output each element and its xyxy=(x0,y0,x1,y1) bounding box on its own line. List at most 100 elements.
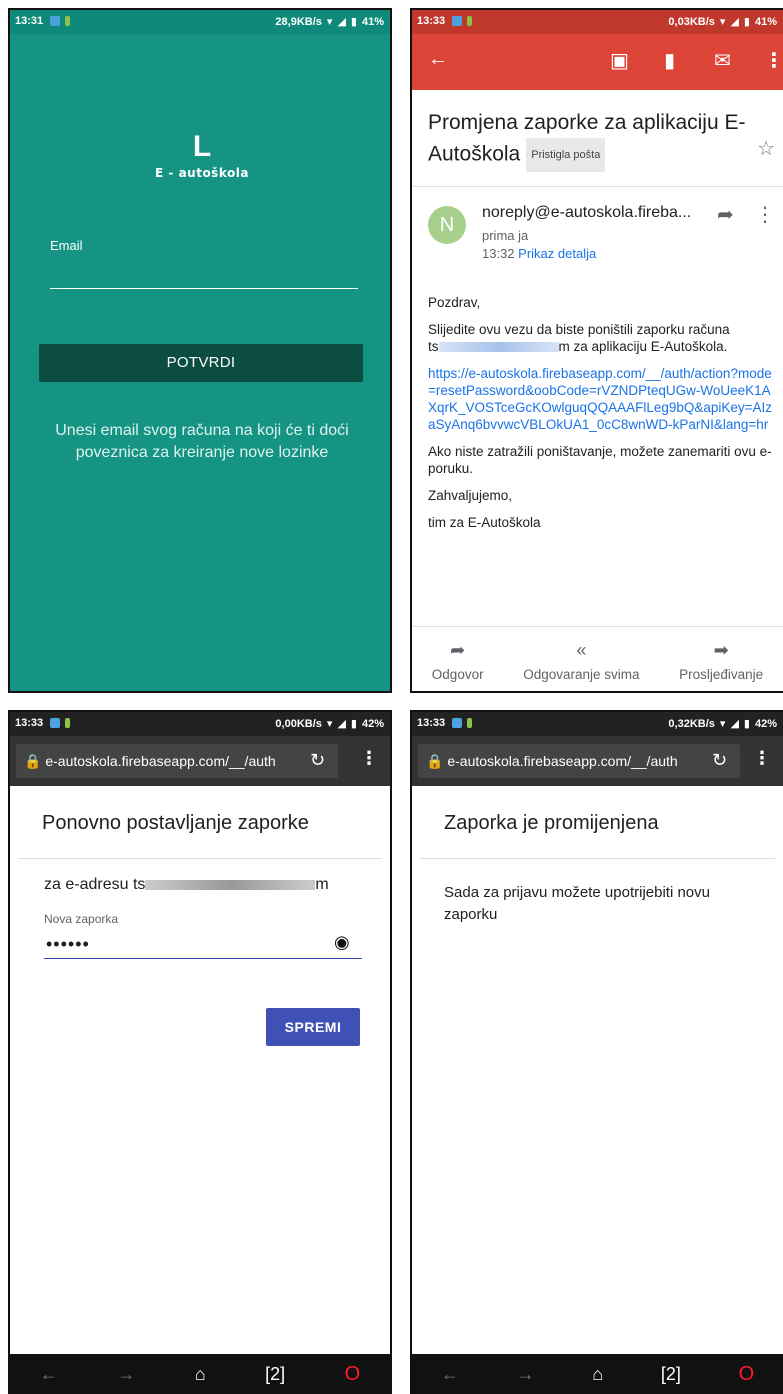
tabs-icon[interactable]: [2] xyxy=(661,1364,681,1385)
battery-level: 42% xyxy=(361,717,384,730)
mail-icon[interactable]: ✉ xyxy=(714,48,731,73)
address-bar[interactable]: 🔒 e-autoskola.firebaseapp.com/__/auth xyxy=(418,744,740,778)
status-time: 13:33 xyxy=(417,15,446,27)
password-input[interactable] xyxy=(44,930,362,959)
more-vert-icon[interactable]: ⋮ xyxy=(360,748,378,769)
network-speed: 0,00KB/s xyxy=(275,717,322,730)
star-icon[interactable]: ☆ xyxy=(757,136,775,161)
battery-level: 41% xyxy=(754,15,777,28)
reply-all-icon: « xyxy=(576,640,587,660)
forward-button[interactable]: ➡ Prosljeđivanje xyxy=(679,640,763,682)
reply-all-button[interactable]: «Odgovaranje svima xyxy=(523,640,639,682)
wifi-icon: ▾ xyxy=(719,718,726,730)
reply-icon: ➦ xyxy=(450,640,466,660)
screen-gmail-email: 13:33 0,03KB/s ▾ ◢ ▮ 41% ← ▣ ▮ ✉ ⋮ Promj… xyxy=(410,8,783,693)
signal-icon: ◢ xyxy=(730,16,739,28)
lock-icon: 🔒 xyxy=(24,753,42,769)
back-arrow-icon[interactable]: ← xyxy=(441,1364,459,1385)
archive-icon[interactable]: ▣ xyxy=(610,48,629,73)
redacted-email: ts m xyxy=(428,339,570,354)
screen-password-changed: 13:33 0,32KB/s ▾ ◢ ▮ 42% 🔒 e-autoskola.f… xyxy=(410,710,783,1394)
divider xyxy=(420,858,775,859)
forward-arrow-icon[interactable]: → xyxy=(117,1364,135,1385)
home-icon[interactable]: ⌂ xyxy=(195,1364,206,1385)
notification-icon xyxy=(452,718,462,728)
notification-icon xyxy=(65,16,70,26)
battery-icon: ▮ xyxy=(743,718,750,730)
more-vert-icon[interactable]: ⋮ xyxy=(764,48,783,73)
inbox-label[interactable]: Pristigla pošta xyxy=(526,138,606,172)
network-speed: 0,32KB/s xyxy=(668,717,715,730)
reply-button[interactable]: ➦ Odgovor xyxy=(432,640,484,682)
wifi-icon: ▾ xyxy=(326,718,333,730)
signal-icon: ◢ xyxy=(337,16,346,28)
home-icon[interactable]: ⌂ xyxy=(592,1364,603,1385)
back-arrow-icon[interactable]: ← xyxy=(428,48,448,71)
browser-toolbar: 🔒 e-autoskola.firebaseapp.com/__/auth ↻ … xyxy=(10,736,390,786)
details-link[interactable]: Prikaz detalja xyxy=(518,246,596,261)
email-input[interactable] xyxy=(50,260,358,289)
refresh-icon[interactable]: ↻ xyxy=(310,750,325,771)
reset-link[interactable]: https://e-autoskola.firebaseapp.com/__/a… xyxy=(428,365,778,433)
success-message: Sada za prijavu možete upotrijebiti novu… xyxy=(444,884,710,923)
eye-icon[interactable]: ◉ xyxy=(334,932,350,953)
confirm-button[interactable]: POTVRDI xyxy=(39,344,363,382)
signal-icon: ◢ xyxy=(730,718,739,730)
sender-address[interactable]: noreply@e-autoskola.fireba... xyxy=(482,204,722,222)
notification-icon xyxy=(467,16,472,26)
browser-nav-bar: ← → ⌂ [2] O xyxy=(412,1354,783,1394)
battery-icon: ▮ xyxy=(350,718,357,730)
wifi-icon: ▾ xyxy=(326,16,333,28)
page-title: Zaporka je promijenjena xyxy=(444,812,659,834)
password-label: Nova zaporka xyxy=(44,912,119,926)
back-arrow-icon[interactable]: ← xyxy=(40,1364,58,1385)
notification-icon xyxy=(467,718,472,728)
forward-arrow-icon[interactable]: → xyxy=(517,1364,535,1385)
status-bar: 13:33 0,00KB/s ▾ ◢ ▮ 42% xyxy=(10,712,390,736)
gmail-toolbar: ← ▣ ▮ ✉ ⋮ xyxy=(412,34,783,90)
notification-icon xyxy=(50,16,60,26)
lock-icon: 🔒 xyxy=(426,753,444,769)
battery-level: 42% xyxy=(754,717,777,730)
more-vert-icon[interactable]: ⋮ xyxy=(755,202,775,227)
notification-icon xyxy=(50,718,60,728)
notification-icon xyxy=(65,718,70,728)
recipient: prima ja xyxy=(482,228,529,243)
status-bar: 13:33 0,32KB/s ▾ ◢ ▮ 42% xyxy=(412,712,783,736)
email-subject: Promjena zaporke za aplikaciju E-Autoško… xyxy=(428,108,748,172)
opera-icon[interactable]: O xyxy=(345,1363,361,1386)
message-time: 13:32 Prikaz detalja xyxy=(482,246,596,261)
instruction-text: Unesi email svog računa na koji će ti do… xyxy=(55,422,349,461)
instruction-paragraph: Slijedite ovu vezu da biste poništili za… xyxy=(428,322,730,354)
thanks: Zahvaljujemo, xyxy=(428,488,513,503)
refresh-icon[interactable]: ↻ xyxy=(712,750,727,771)
logo-mark: L xyxy=(192,130,212,163)
battery-icon: ▮ xyxy=(350,16,357,28)
reply-icon[interactable]: ➦ xyxy=(717,202,734,227)
page-title: Ponovno postavljanje zaporke xyxy=(42,812,309,834)
time-value: 13:32 xyxy=(482,246,515,261)
screen-reset-form: 13:33 0,00KB/s ▾ ◢ ▮ 42% 🔒 e-autoskola.f… xyxy=(8,710,392,1394)
network-speed: 28,9KB/s xyxy=(275,15,322,28)
target-email: za e-adresu ts m xyxy=(44,876,329,893)
network-speed: 0,03KB/s xyxy=(668,15,715,28)
forward-icon: ➡ xyxy=(713,640,729,660)
tabs-icon[interactable]: [2] xyxy=(265,1364,285,1385)
email-actions: ➦ Odgovor «Odgovaranje svima ➡ Prosljeđiva… xyxy=(412,640,783,682)
email-label: Email xyxy=(50,238,83,253)
delete-icon[interactable]: ▮ xyxy=(664,48,675,73)
logo-name: E - autoškola xyxy=(155,166,249,180)
signature: tim za E-Autoškola xyxy=(428,515,541,530)
status-time: 13:33 xyxy=(417,717,446,729)
divider xyxy=(18,858,382,859)
browser-toolbar: 🔒 e-autoskola.firebaseapp.com/__/auth ↻ … xyxy=(412,736,783,786)
avatar[interactable]: N xyxy=(428,206,466,244)
more-vert-icon[interactable]: ⋮ xyxy=(753,748,771,769)
address-bar[interactable]: 🔒 e-autoskola.firebaseapp.com/__/auth xyxy=(16,744,338,778)
app-logo: L E - autoškola xyxy=(142,130,262,180)
divider xyxy=(412,186,783,187)
status-bar: 13:33 0,03KB/s ▾ ◢ ▮ 41% xyxy=(412,10,783,34)
opera-icon[interactable]: O xyxy=(739,1363,755,1386)
save-button[interactable]: SPREMI xyxy=(266,1008,360,1046)
signal-icon: ◢ xyxy=(337,718,346,730)
